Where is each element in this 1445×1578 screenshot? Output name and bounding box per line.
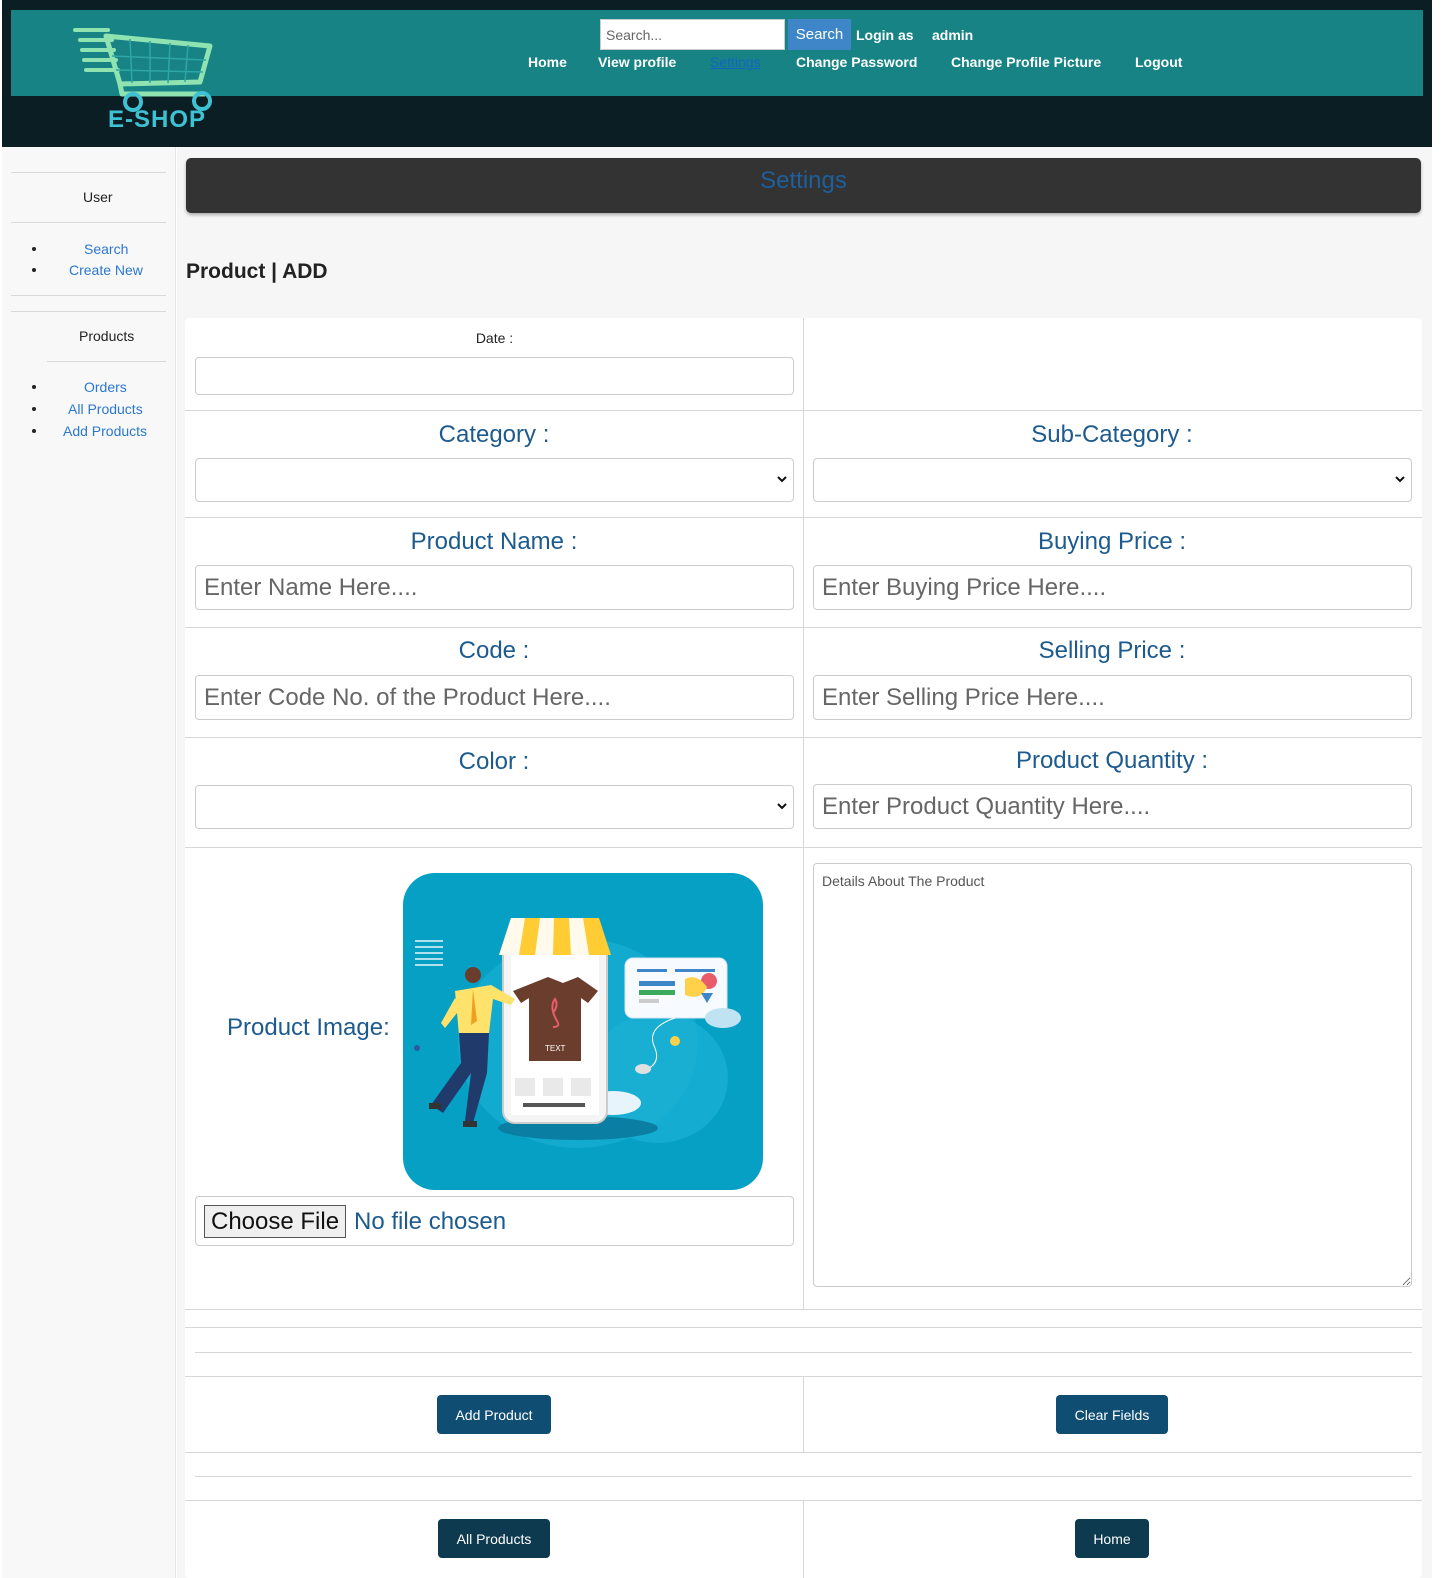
subcategory-select[interactable]: [813, 458, 1412, 502]
quantity-label: Product Quantity :: [1015, 747, 1209, 774]
product-image-preview: TEXT: [403, 873, 763, 1190]
product-image-file-input[interactable]: Choose File No file chosen: [195, 1196, 794, 1246]
sidebar-item-search[interactable]: Search: [84, 241, 128, 257]
row-divider: [195, 1352, 1412, 1353]
clear-fields-button[interactable]: Clear Fields: [1056, 1395, 1168, 1434]
nav-logout[interactable]: Logout: [1135, 54, 1182, 70]
date-label: Date :: [475, 330, 514, 346]
row-divider: [185, 627, 1422, 628]
code-field[interactable]: [195, 675, 794, 720]
row-divider: [185, 737, 1422, 738]
nav-view-profile[interactable]: View profile: [598, 54, 676, 70]
bullet: [32, 385, 36, 389]
sidebar-divider: [47, 361, 166, 362]
choose-file-button[interactable]: Choose File: [204, 1205, 347, 1238]
username-label: admin: [932, 27, 974, 43]
quantity-field[interactable]: [813, 784, 1412, 829]
banner-title: Settings: [760, 167, 847, 194]
product-details-textarea[interactable]: [813, 863, 1412, 1287]
no-file-chosen-text: No file chosen: [354, 1208, 507, 1235]
row-divider: [185, 517, 1422, 518]
row-divider: [185, 1309, 1422, 1310]
chevron-down-icon: [777, 476, 787, 483]
row-divider: [195, 1476, 1412, 1477]
row-divider: [185, 1452, 1422, 1453]
nav-settings[interactable]: Settings: [710, 54, 761, 70]
search-button[interactable]: Search: [788, 19, 851, 50]
code-label: Code :: [458, 637, 530, 664]
bullet: [32, 429, 36, 433]
row-divider: [185, 1500, 1422, 1501]
buying-price-label: Buying Price :: [1037, 528, 1187, 555]
add-product-button[interactable]: Add Product: [437, 1395, 551, 1434]
nav-home[interactable]: Home: [528, 54, 567, 70]
sidebar-heading-products: Products: [79, 328, 135, 344]
shop-illustration-icon: TEXT: [414, 918, 741, 1148]
sidebar-item-all-products[interactable]: All Products: [68, 401, 143, 417]
sidebar-heading-user: User: [83, 189, 113, 205]
column-divider: [803, 318, 804, 1310]
sidebar-divider: [11, 311, 166, 312]
nav-change-profile-picture[interactable]: Change Profile Picture: [951, 54, 1101, 70]
category-select[interactable]: [195, 458, 794, 502]
subcategory-label: Sub-Category :: [1031, 421, 1193, 448]
row-divider: [185, 1376, 1422, 1377]
page-title: Product | ADD: [186, 260, 328, 283]
product-name-label: Product Name :: [410, 528, 578, 555]
search-input[interactable]: [600, 19, 785, 50]
all-products-button[interactable]: All Products: [438, 1519, 550, 1558]
chevron-down-icon: [1395, 476, 1405, 483]
row-divider: [185, 410, 1422, 411]
logo-text: E-SHOP: [108, 106, 207, 133]
sidebar-divider: [11, 295, 166, 296]
buying-price-field[interactable]: [813, 565, 1412, 610]
selling-price-label: Selling Price :: [1038, 637, 1186, 664]
column-divider: [803, 1377, 804, 1453]
sidebar-item-orders[interactable]: Orders: [84, 379, 127, 395]
product-name-field[interactable]: [195, 565, 794, 610]
product-image-label: Product Image:: [227, 1014, 390, 1041]
sidebar-item-add-products[interactable]: Add Products: [63, 423, 147, 439]
sidebar-item-create-new[interactable]: Create New: [69, 262, 143, 278]
color-select[interactable]: [195, 785, 794, 829]
sidebar-divider: [11, 222, 166, 223]
login-as-label: Login as: [856, 27, 914, 43]
bullet: [32, 268, 36, 272]
category-label: Category :: [438, 421, 550, 448]
row-divider: [185, 847, 1422, 848]
column-divider: [803, 1501, 804, 1578]
selling-price-field[interactable]: [813, 675, 1412, 720]
illustration-text: TEXT: [545, 1044, 566, 1053]
bullet: [32, 247, 36, 251]
sidebar-divider: [11, 172, 166, 173]
nav-change-password[interactable]: Change Password: [796, 54, 917, 70]
chevron-down-icon: [777, 803, 787, 810]
row-divider: [185, 1327, 1422, 1328]
date-field[interactable]: [195, 357, 794, 395]
color-label: Color :: [458, 748, 530, 775]
bullet: [32, 407, 36, 411]
home-button[interactable]: Home: [1075, 1519, 1149, 1558]
